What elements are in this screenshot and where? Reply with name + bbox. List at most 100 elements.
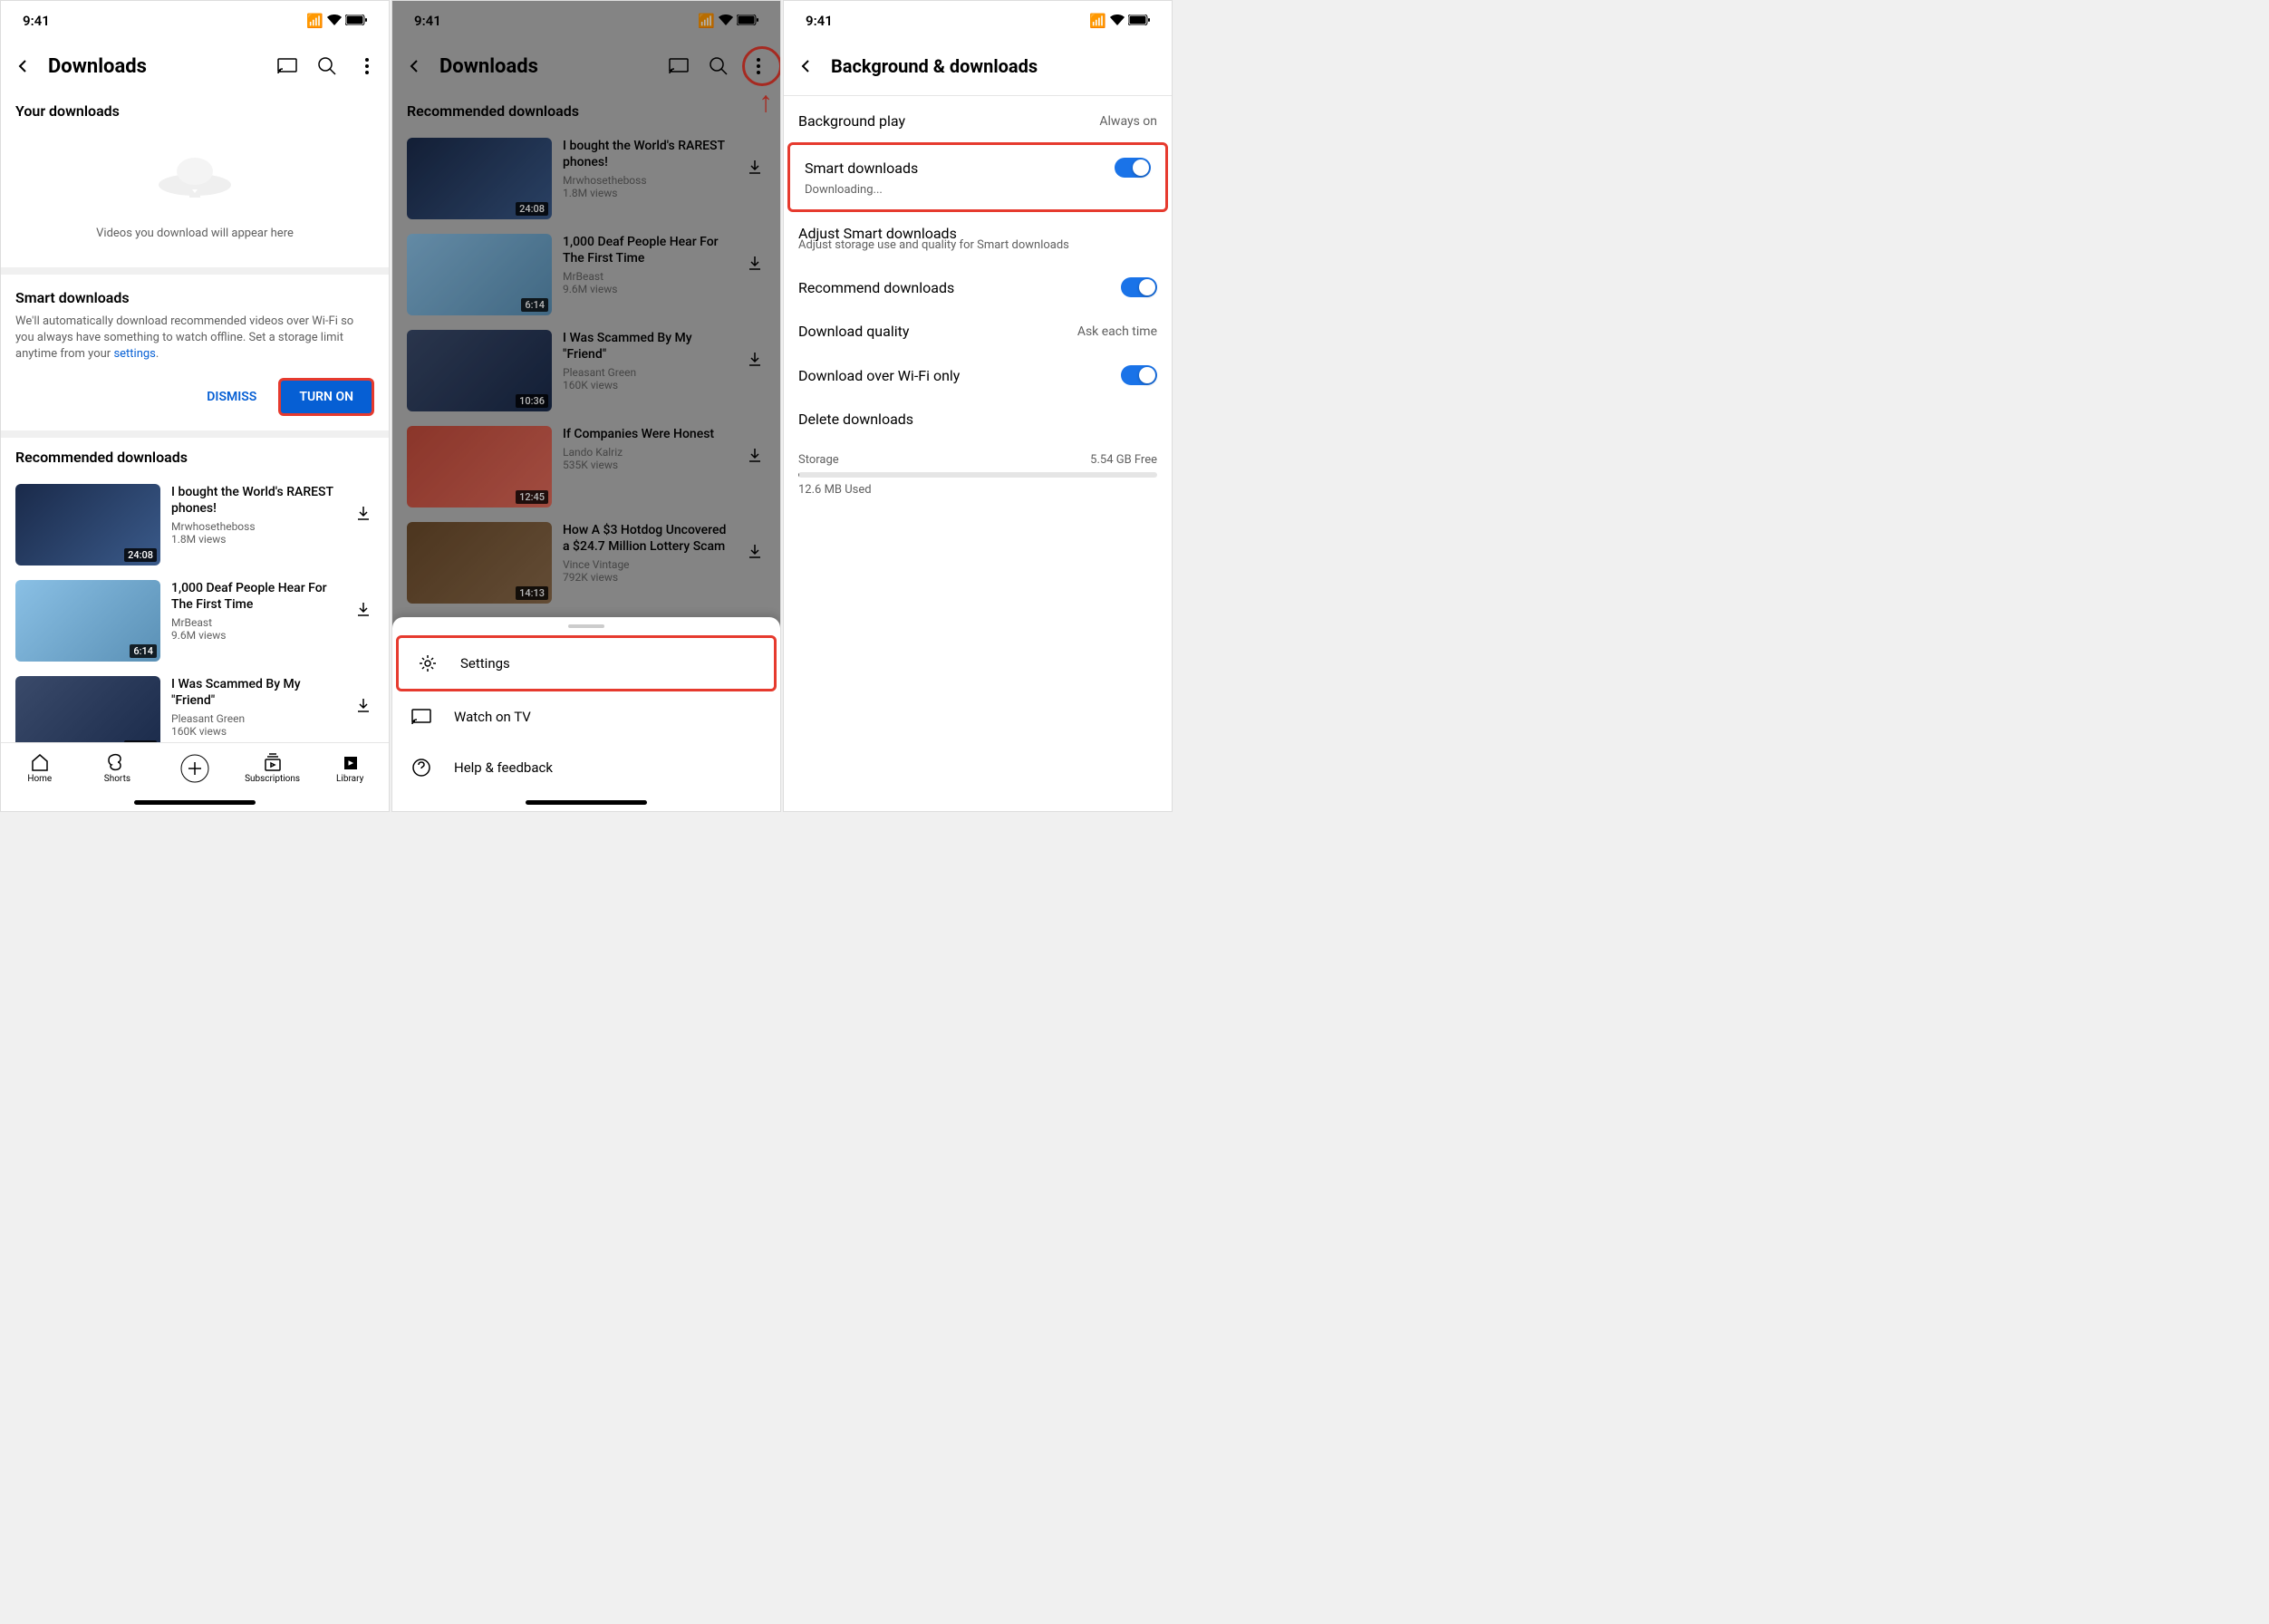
adjust-desc: Adjust storage use and quality for Smart… bbox=[784, 238, 1172, 265]
status-bar: 9:41 📶 bbox=[784, 1, 1172, 41]
help-icon bbox=[410, 757, 432, 778]
row-quality[interactable]: Download quality Ask each time bbox=[784, 310, 1172, 353]
empty-text: Videos you download will appear here bbox=[15, 227, 374, 240]
tv-icon bbox=[410, 706, 432, 728]
video-channel: Mrwhosetheboss bbox=[563, 174, 733, 187]
nav-shorts[interactable]: Shorts bbox=[79, 743, 157, 793]
bottom-nav: Home Shorts Subscriptions Library bbox=[1, 742, 389, 793]
duration-badge: 12:45 bbox=[516, 490, 548, 504]
back-button[interactable] bbox=[403, 55, 425, 77]
toggle-smart-downloads[interactable] bbox=[1115, 158, 1151, 178]
video-item[interactable]: 6:14 1,000 Deaf People Hear For The Firs… bbox=[392, 227, 780, 323]
video-thumbnail[interactable]: 6:14 bbox=[15, 580, 160, 662]
row-delete[interactable]: Delete downloads bbox=[784, 398, 1172, 440]
video-thumbnail[interactable]: 10:36 bbox=[407, 330, 552, 411]
toggle-recommend[interactable] bbox=[1121, 277, 1157, 297]
search-icon[interactable] bbox=[316, 55, 338, 77]
setting-label: Background play bbox=[798, 112, 905, 130]
video-title: How A $3 Hotdog Uncovered a $24.7 Millio… bbox=[563, 522, 733, 555]
download-icon[interactable] bbox=[352, 502, 374, 524]
video-thumbnail[interactable]: 6:14 bbox=[407, 234, 552, 315]
video-thumbnail[interactable]: 14:13 bbox=[407, 522, 552, 604]
setting-label: Delete downloads bbox=[798, 411, 913, 428]
more-icon[interactable] bbox=[356, 55, 378, 77]
nav-home[interactable]: Home bbox=[1, 743, 79, 793]
sheet-handle[interactable] bbox=[568, 624, 604, 628]
status-time: 9:41 bbox=[806, 13, 833, 29]
scroll-content[interactable]: Your downloads Videos you download will … bbox=[1, 92, 389, 742]
status-bar: 9:41 📶 bbox=[1, 1, 389, 41]
status-icons: 📶 bbox=[306, 13, 367, 29]
cast-icon[interactable] bbox=[668, 55, 690, 77]
signal-icon: 📶 bbox=[306, 13, 323, 29]
battery-icon bbox=[1128, 13, 1150, 29]
video-views: 792K views bbox=[563, 571, 733, 584]
setting-value: Always on bbox=[1099, 114, 1157, 129]
row-background-play[interactable]: Background play Always on bbox=[784, 100, 1172, 142]
setting-label: Download over Wi-Fi only bbox=[798, 367, 960, 384]
smart-downloads-promo: Smart downloads We'll automatically down… bbox=[1, 275, 389, 430]
toggle-wifi-only[interactable] bbox=[1121, 365, 1157, 385]
settings-content[interactable]: Background play Always on Smart download… bbox=[784, 100, 1172, 811]
video-views: 535K views bbox=[563, 459, 733, 471]
download-icon[interactable] bbox=[744, 252, 766, 274]
duration-badge: 10:36 bbox=[124, 740, 157, 742]
video-thumbnail[interactable]: 10:36 bbox=[15, 676, 160, 742]
gear-icon bbox=[417, 652, 439, 674]
video-views: 9.6M views bbox=[563, 283, 733, 295]
back-button[interactable] bbox=[12, 55, 34, 77]
promo-description: We'll automatically download recommended… bbox=[15, 314, 374, 363]
home-indicator bbox=[392, 793, 780, 811]
storage-bar bbox=[798, 472, 1157, 478]
video-title: I bought the World's RAREST phones! bbox=[563, 138, 733, 170]
video-thumbnail[interactable]: 24:08 bbox=[407, 138, 552, 219]
video-item[interactable]: 10:36 I Was Scammed By My "Friend"Pleasa… bbox=[392, 323, 780, 419]
video-channel: Vince Vintage bbox=[563, 558, 733, 571]
video-title: 1,000 Deaf People Hear For The First Tim… bbox=[563, 234, 733, 266]
nav-create[interactable] bbox=[156, 743, 234, 793]
video-item[interactable]: 24:08 I bought the World's RAREST phones… bbox=[392, 130, 780, 227]
storage-used-text: 12.6 MB Used bbox=[784, 483, 1172, 509]
ufo-icon bbox=[150, 149, 240, 212]
smart-status: Downloading... bbox=[790, 183, 1165, 209]
turn-on-button[interactable]: TURN ON bbox=[278, 378, 374, 416]
download-icon[interactable] bbox=[744, 444, 766, 466]
download-icon[interactable] bbox=[744, 540, 766, 562]
video-item[interactable]: 12:45 If Companies Were HonestLando Kalr… bbox=[392, 419, 780, 515]
wifi-icon bbox=[719, 13, 733, 29]
video-thumbnail[interactable]: 24:08 bbox=[15, 484, 160, 566]
back-button[interactable] bbox=[795, 55, 816, 77]
video-channel: Lando Kalriz bbox=[563, 446, 733, 459]
row-recommend[interactable]: Recommend downloads bbox=[784, 265, 1172, 310]
download-icon[interactable] bbox=[352, 694, 374, 716]
menu-watch-tv[interactable]: Watch on TV bbox=[392, 691, 780, 742]
duration-badge: 24:08 bbox=[124, 548, 157, 562]
nav-library[interactable]: Library bbox=[311, 743, 389, 793]
video-title: 1,000 Deaf People Hear For The First Tim… bbox=[171, 580, 342, 613]
cast-icon[interactable] bbox=[276, 55, 298, 77]
video-title: I bought the World's RAREST phones! bbox=[171, 484, 342, 517]
video-channel: Mrwhosetheboss bbox=[171, 520, 342, 533]
download-icon[interactable] bbox=[744, 156, 766, 178]
menu-help[interactable]: Help & feedback bbox=[392, 742, 780, 793]
settings-link[interactable]: settings bbox=[113, 347, 155, 361]
video-item[interactable]: 24:08 I bought the World's RAREST phones… bbox=[1, 477, 389, 573]
divider bbox=[784, 95, 1172, 96]
download-icon[interactable] bbox=[744, 348, 766, 370]
nav-subscriptions[interactable]: Subscriptions bbox=[234, 743, 312, 793]
row-wifi-only[interactable]: Download over Wi-Fi only bbox=[784, 353, 1172, 398]
page-title: Downloads bbox=[48, 55, 262, 78]
video-item[interactable]: 6:14 1,000 Deaf People Hear For The Firs… bbox=[1, 573, 389, 669]
menu-label: Watch on TV bbox=[454, 709, 531, 725]
dismiss-button[interactable]: DISMISS bbox=[192, 378, 271, 416]
video-thumbnail[interactable]: 12:45 bbox=[407, 426, 552, 508]
video-views: 9.6M views bbox=[171, 629, 342, 642]
video-item[interactable]: 14:13 How A $3 Hotdog Uncovered a $24.7 … bbox=[392, 515, 780, 611]
download-icon[interactable] bbox=[352, 598, 374, 620]
menu-settings[interactable]: Settings bbox=[396, 635, 777, 691]
wifi-icon bbox=[1110, 13, 1125, 29]
nav-header: Downloads bbox=[1, 41, 389, 92]
search-icon[interactable] bbox=[708, 55, 729, 77]
storage-label: Storage bbox=[798, 453, 839, 467]
video-item[interactable]: 10:36 I Was Scammed By My "Friend" Pleas… bbox=[1, 669, 389, 742]
